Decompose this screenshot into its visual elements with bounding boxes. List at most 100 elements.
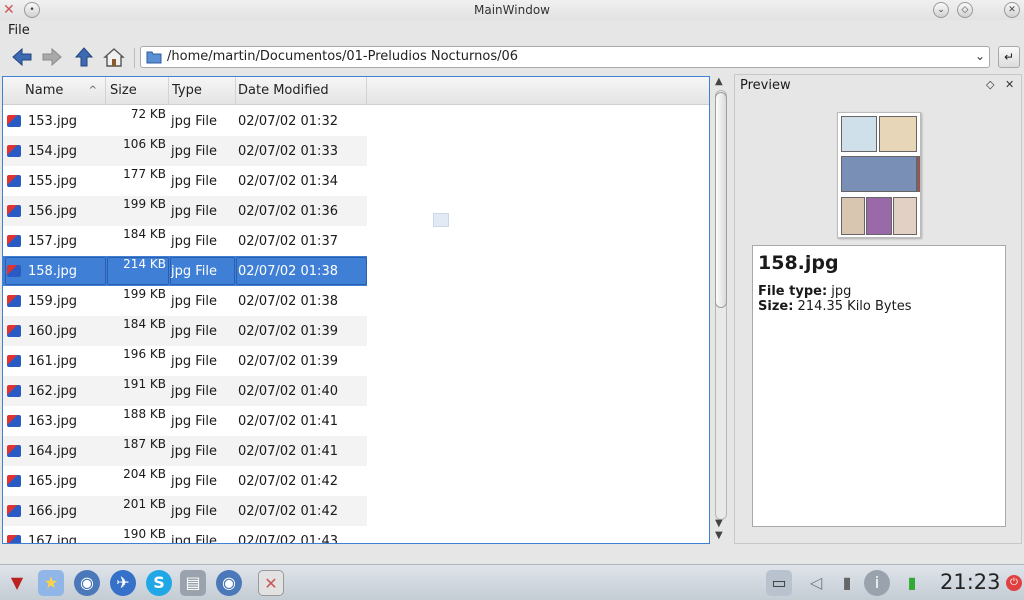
table-row[interactable]: 154.jpg 106 KB jpg File 02/07/02 01:33 [3, 136, 367, 166]
file-date: 02/07/02 01:36 [238, 204, 338, 219]
image-file-icon [7, 175, 21, 187]
table-row[interactable]: 160.jpg 184 KB jpg File 02/07/02 01:39 [3, 316, 367, 346]
table-row[interactable]: 166.jpg 201 KB jpg File 02/07/02 01:42 [3, 496, 367, 526]
table-row[interactable]: 153.jpg 72 KB jpg File 02/07/02 01:32 [3, 106, 367, 136]
file-name: 159.jpg [28, 294, 78, 309]
home-icon[interactable] [102, 45, 126, 69]
scroll-down-icon[interactable]: ▼ [715, 518, 723, 529]
back-arrow-icon[interactable] [10, 45, 34, 69]
file-type: jpg File [171, 534, 218, 544]
table-row[interactable]: 164.jpg 187 KB jpg File 02/07/02 01:41 [3, 436, 367, 466]
sort-ascending-icon: ^ [88, 85, 97, 96]
vertical-scrollbar[interactable]: ▲ ▼ ▼ [712, 76, 730, 544]
chevron-down-icon[interactable]: ⌄ [975, 49, 985, 63]
path-combobox[interactable]: /home/martin/Documentos/01-Preludios Noc… [140, 46, 990, 68]
file-type: jpg File [171, 414, 218, 429]
go-button[interactable]: ↵ [998, 46, 1020, 68]
launcher-icon[interactable]: ▼ [4, 570, 30, 596]
file-name: 157.jpg [28, 234, 78, 249]
float-icon[interactable]: ◇ [986, 78, 994, 91]
table-row[interactable]: 156.jpg 199 KB jpg File 02/07/02 01:36 [3, 196, 367, 226]
network-icon[interactable]: ▮ [834, 570, 860, 596]
file-name: 161.jpg [28, 354, 78, 369]
clock[interactable]: 21:23 [940, 570, 1001, 594]
file-name: 156.jpg [28, 204, 78, 219]
column-date-label: Date Modified [238, 83, 329, 98]
display-icon[interactable]: ▭ [766, 570, 792, 596]
file-type: jpg File [171, 444, 218, 459]
file-name: 153.jpg [28, 114, 78, 129]
column-size-label: Size [110, 83, 137, 98]
file-size: 184 KB [123, 227, 166, 241]
table-row[interactable]: 157.jpg 184 KB jpg File 02/07/02 01:37 [3, 226, 367, 256]
mail-icon[interactable]: ✈ [110, 570, 136, 596]
active-app-icon[interactable]: ✕ [258, 570, 284, 596]
table-row[interactable]: 163.jpg 188 KB jpg File 02/07/02 01:41 [3, 406, 367, 436]
table-row[interactable]: 158.jpg 214 KB jpg File 02/07/02 01:38 [3, 256, 367, 286]
menu-bar: File [0, 20, 1024, 42]
column-type[interactable]: Type [169, 77, 236, 105]
table-row[interactable]: 161.jpg 196 KB jpg File 02/07/02 01:39 [3, 346, 367, 376]
image-file-icon [7, 145, 21, 157]
table-row[interactable]: 159.jpg 199 KB jpg File 02/07/02 01:38 [3, 286, 367, 316]
column-name[interactable]: Name ^ [3, 77, 106, 105]
title-bar: ✕ • MainWindow ⌄ ◇ ✕ [0, 0, 1024, 20]
file-list[interactable]: Name ^ Size Type Date Modified 153.jpg 72… [2, 76, 710, 544]
window-title: MainWindow [474, 3, 550, 17]
file-size: 204 KB [123, 467, 166, 481]
minimize-button[interactable]: ⌄ [933, 2, 949, 18]
tray-expand-icon[interactable]: ◁ [806, 570, 826, 596]
drag-cursor-icon [433, 213, 449, 227]
table-row[interactable]: 167.jpg 190 KB jpg File 02/07/02 01:43 [3, 526, 367, 544]
toolbar-separator [134, 48, 135, 68]
forward-arrow-icon[interactable] [40, 45, 64, 69]
power-icon[interactable]: ⏻ [1006, 575, 1022, 591]
browser-window-icon[interactable]: ◉ [216, 570, 242, 596]
column-size[interactable]: Size [106, 77, 169, 105]
file-date: 02/07/02 01:43 [238, 534, 338, 544]
scroll-down-icon-2[interactable]: ▼ [715, 530, 723, 541]
table-row[interactable]: 162.jpg 191 KB jpg File 02/07/02 01:40 [3, 376, 367, 406]
terminal-icon[interactable]: ▤ [180, 570, 206, 596]
close-button[interactable]: ✕ [1004, 2, 1020, 18]
file-date: 02/07/02 01:42 [238, 474, 338, 489]
file-size: 201 KB [123, 497, 166, 511]
image-file-icon [7, 235, 21, 247]
scroll-up-icon[interactable]: ▲ [715, 76, 723, 87]
info-icon[interactable]: i [864, 570, 890, 596]
skype-icon[interactable]: S [146, 570, 172, 596]
image-file-icon [7, 505, 21, 517]
table-row[interactable]: 165.jpg 204 KB jpg File 02/07/02 01:42 [3, 466, 367, 496]
file-date: 02/07/02 01:42 [238, 504, 338, 519]
column-date[interactable]: Date Modified [236, 77, 367, 105]
file-size: 188 KB [123, 407, 166, 421]
file-type: jpg File [171, 264, 218, 279]
image-file-icon [7, 535, 21, 543]
file-size: 184 KB [123, 317, 166, 331]
file-date: 02/07/02 01:40 [238, 384, 338, 399]
favorites-icon[interactable]: ★ [38, 570, 64, 596]
scroll-thumb[interactable] [715, 92, 727, 308]
menu-file[interactable]: File [8, 23, 30, 38]
up-arrow-icon[interactable] [72, 45, 96, 69]
image-file-icon [7, 415, 21, 427]
close-icon[interactable]: ✕ [1005, 78, 1014, 91]
column-name-label: Name [25, 83, 64, 98]
file-type: jpg File [171, 294, 218, 309]
file-name: 165.jpg [28, 474, 78, 489]
image-file-icon [7, 205, 21, 217]
file-date: 02/07/02 01:38 [238, 264, 338, 279]
file-date: 02/07/02 01:41 [238, 414, 338, 429]
file-size: 190 KB [123, 527, 166, 541]
maximize-button[interactable]: ◇ [957, 2, 973, 18]
browser-icon[interactable]: ◉ [74, 570, 100, 596]
table-row[interactable]: 155.jpg 177 KB jpg File 02/07/02 01:34 [3, 166, 367, 196]
file-size: 187 KB [123, 437, 166, 451]
column-type-label: Type [172, 83, 202, 98]
image-file-icon [7, 265, 21, 277]
image-file-icon [7, 355, 21, 367]
file-size-label: Size: [758, 299, 794, 314]
file-size-value: 214.35 Kilo Bytes [797, 299, 912, 314]
file-name: 164.jpg [28, 444, 78, 459]
battery-icon[interactable]: ▮ [902, 570, 922, 596]
